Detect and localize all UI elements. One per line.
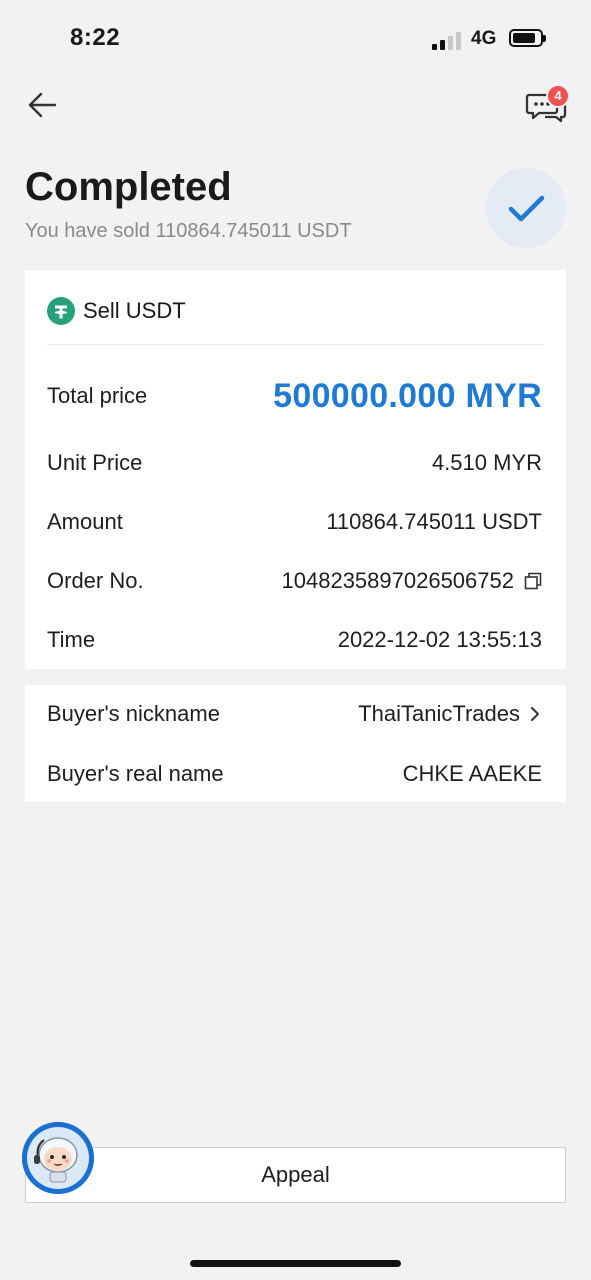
copy-icon[interactable] <box>524 572 542 590</box>
buyer-nickname-value-group: ThaiTanicTrades <box>358 701 542 727</box>
buyer-nickname-value: ThaiTanicTrades <box>358 701 520 726</box>
tether-icon <box>47 297 75 325</box>
unit-price-row: Unit Price 4.510 MYR <box>47 446 542 480</box>
buyer-real-name-row: Buyer's real name CHKE AAEKE <box>47 757 542 791</box>
support-avatar-icon[interactable] <box>22 1122 94 1194</box>
support-mascot-icon <box>22 1122 94 1194</box>
total-price-row: Total price 500000.000 MYR <box>47 376 542 415</box>
network-type: 4G <box>471 28 497 49</box>
chat-button[interactable]: 4 <box>524 84 570 126</box>
amount-label: Amount <box>47 509 123 534</box>
order-number-label: Order No. <box>47 568 144 593</box>
order-details-card: Sell USDT Total price 500000.000 MYR Uni… <box>25 270 566 669</box>
time-label: Time <box>47 627 96 652</box>
buyer-info-card: Buyer's nickname ThaiTanicTrades Buyer's… <box>25 685 566 802</box>
chat-unread-badge: 4 <box>546 84 570 108</box>
buyer-real-name-label: Buyer's real name <box>47 761 224 786</box>
battery-level <box>513 33 535 43</box>
back-button[interactable] <box>26 88 60 122</box>
total-price-value: 500000.000 MYR <box>273 376 542 415</box>
signal-icon <box>432 30 462 50</box>
unit-price-label: Unit Price <box>47 450 143 475</box>
amount-value: 110864.745011 USDT <box>326 509 542 534</box>
buyer-nickname-label: Buyer's nickname <box>47 701 220 726</box>
checkmark-icon <box>508 195 545 222</box>
unit-price-value: 4.510 MYR <box>431 450 542 475</box>
completed-status-badge <box>486 168 566 248</box>
order-type-header: Sell USDT <box>47 296 186 326</box>
appeal-button[interactable]: Appeal <box>25 1147 566 1203</box>
order-number-value: 1048235897026506752 <box>281 568 514 593</box>
time-value: 2022-12-02 13:55:13 <box>337 627 542 652</box>
time-row: Time 2022-12-02 13:55:13 <box>47 623 542 657</box>
buyer-nickname-row[interactable]: Buyer's nickname ThaiTanicTrades <box>47 697 542 731</box>
buyer-real-name-value: CHKE AAEKE <box>402 761 542 786</box>
status-bar: 8:22 4G <box>0 0 591 80</box>
amount-row: Amount 110864.745011 USDT <box>47 505 542 539</box>
page-subtitle: You have sold 110864.745011 USDT <box>25 220 352 242</box>
total-price-label: Total price <box>47 383 148 408</box>
order-type-label: Sell USDT <box>83 298 186 323</box>
status-time: 8:22 <box>70 24 121 51</box>
battery-icon <box>509 29 546 47</box>
order-number-row: Order No. 1048235897026506752 <box>47 564 542 598</box>
divider <box>47 344 544 345</box>
order-number-value-group: 1048235897026506752 <box>282 568 542 594</box>
chevron-right-icon <box>531 707 539 721</box>
page-title: Completed <box>25 165 232 209</box>
home-indicator <box>190 1260 401 1267</box>
arrow-left-icon <box>28 92 57 118</box>
